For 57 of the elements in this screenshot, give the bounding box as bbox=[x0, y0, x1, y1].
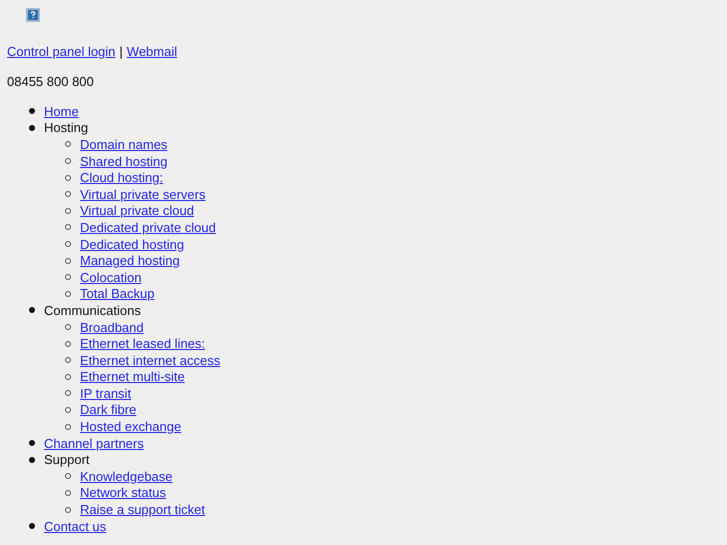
bullet-icon bbox=[65, 224, 71, 230]
bullet-icon bbox=[65, 374, 71, 380]
bullet-icon bbox=[65, 340, 71, 347]
bullet-icon bbox=[65, 290, 71, 297]
bullet-icon bbox=[29, 456, 35, 463]
nav-link[interactable]: Shared hosting bbox=[80, 154, 168, 169]
nav-link[interactable]: Total Backup bbox=[80, 286, 154, 302]
nav-link[interactable]: Network status bbox=[80, 485, 166, 500]
nav-link[interactable]: Colocation bbox=[80, 270, 142, 285]
nav-link[interactable]: Broadband bbox=[80, 320, 144, 335]
bullet-icon bbox=[29, 523, 35, 530]
bullet-icon bbox=[29, 108, 35, 114]
bullet-icon bbox=[65, 191, 71, 198]
bullet-icon bbox=[29, 440, 35, 446]
nav-link[interactable]: Dedicated hosting bbox=[80, 236, 184, 252]
bullet-icon bbox=[65, 490, 71, 496]
nav-link[interactable]: Virtual private servers bbox=[80, 186, 206, 202]
bullet-icon bbox=[65, 324, 71, 330]
bullet-icon bbox=[65, 141, 71, 148]
bullet-icon bbox=[65, 357, 71, 364]
nav-link[interactable]: Ethernet multi-site bbox=[80, 369, 185, 384]
bullet-icon bbox=[65, 473, 71, 480]
nav-link[interactable]: Hosted exchange bbox=[80, 419, 182, 434]
nav-link[interactable]: Contact us bbox=[44, 518, 106, 534]
bullet-icon bbox=[65, 158, 71, 164]
bullet-icon bbox=[65, 208, 71, 214]
phone-number: 08455 800 800 bbox=[7, 73, 95, 90]
bullet-icon bbox=[65, 174, 71, 181]
nav-link[interactable]: Virtual private cloud bbox=[80, 203, 194, 218]
bullet-icon bbox=[65, 390, 71, 396]
bullet-icon bbox=[65, 241, 71, 248]
nav-link[interactable]: Raise a support ticket bbox=[80, 502, 206, 518]
bullet-icon bbox=[65, 424, 71, 430]
nav-link[interactable]: Ethernet internet access bbox=[80, 352, 220, 368]
bullet-icon bbox=[65, 506, 71, 513]
nav-link[interactable]: Cloud hosting: bbox=[80, 170, 164, 186]
nav-link[interactable]: Dedicated private cloud bbox=[80, 220, 216, 235]
nav-link[interactable]: Home bbox=[44, 104, 79, 119]
separator: | bbox=[119, 43, 123, 60]
nav-heading: Communications bbox=[44, 302, 141, 318]
nav-link[interactable]: Domain names bbox=[80, 136, 168, 152]
help-icon[interactable] bbox=[26, 8, 40, 22]
nav-link[interactable]: Channel partners bbox=[44, 436, 144, 451]
bullet-icon bbox=[65, 258, 71, 264]
nav-heading: Support bbox=[44, 452, 90, 468]
header-link[interactable]: Webmail bbox=[126, 43, 178, 60]
nav-link[interactable]: Managed hosting bbox=[80, 253, 180, 268]
header-link[interactable]: Control panel login bbox=[7, 43, 116, 60]
bullet-icon bbox=[29, 124, 35, 131]
nav-link[interactable]: IP transit bbox=[80, 386, 132, 401]
bullet-icon bbox=[65, 274, 71, 280]
nav-heading: Hosting bbox=[44, 120, 88, 136]
nav-link[interactable]: Dark fibre bbox=[80, 402, 136, 418]
bullet-icon bbox=[29, 307, 35, 314]
bullet-icon bbox=[65, 406, 71, 413]
nav-link[interactable]: Knowledgebase bbox=[80, 468, 173, 484]
nav-link[interactable]: Ethernet leased lines: bbox=[80, 336, 206, 352]
